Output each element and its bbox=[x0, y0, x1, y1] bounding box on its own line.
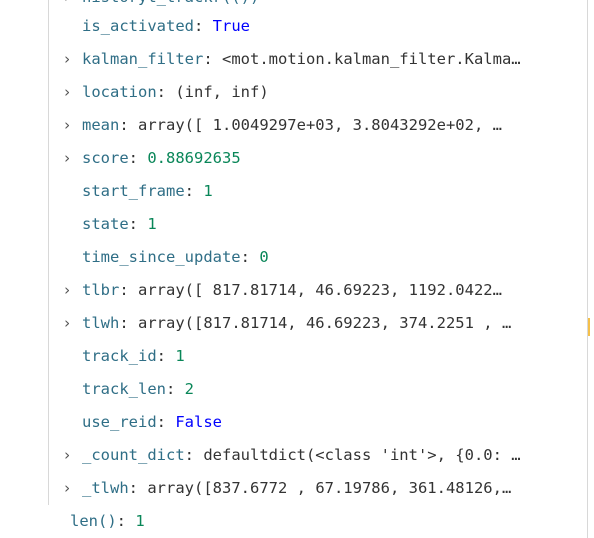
variable-value: True bbox=[212, 17, 250, 35]
variable-value: 2 bbox=[184, 380, 195, 398]
variable-name: _count_dict bbox=[82, 446, 185, 464]
variable-value: 1 bbox=[203, 182, 213, 200]
variable-value: False bbox=[175, 413, 222, 431]
variable-value: 1 bbox=[175, 347, 185, 365]
variable-name: is_activated bbox=[82, 17, 194, 35]
variable-content: use_reid: False bbox=[82, 413, 222, 431]
variable-value: array([837.6772 , 67.19786, 361.48126,… bbox=[147, 479, 512, 497]
variable-value: array([ 1.0049297e+03, 3.8043292e+02, … bbox=[138, 116, 502, 134]
variable-content: _tlwh: array([837.6772 , 67.19786, 361.4… bbox=[82, 479, 512, 497]
variable-content: score: 0.88692635 bbox=[82, 149, 241, 167]
chevron-right-icon[interactable]: › bbox=[60, 472, 74, 505]
variable-row[interactable]: › _count_dict: defaultdict(<class 'int'>,… bbox=[0, 439, 590, 472]
chevron-right-icon[interactable]: › bbox=[60, 109, 74, 142]
panel-right-border bbox=[587, 0, 588, 538]
variable-name: track_id bbox=[82, 347, 157, 365]
variable-row[interactable]: › location: (inf, inf) bbox=[0, 76, 590, 109]
variable-row[interactable]: › _tlwh: array([837.6772 , 67.19786, 361.… bbox=[0, 472, 590, 505]
variable-row: state: 1 bbox=[0, 208, 590, 241]
variable-row[interactable]: › tlwh: array([817.81714, 46.69223, 374.2… bbox=[0, 307, 590, 340]
variable-value: <mot.motion.kalman_filter.Kalma… bbox=[222, 50, 521, 68]
variable-name: track_len bbox=[82, 380, 166, 398]
variable-row[interactable]: › mean: array([ 1.0049297e+03, 3.8043292e… bbox=[0, 109, 590, 142]
variable-value: array([ 817.81714, 46.69223, 1192.0422… bbox=[138, 281, 502, 299]
variable-row: start_frame: 1 bbox=[0, 175, 590, 208]
variable-content: _count_dict: defaultdict(<class 'int'>, … bbox=[82, 446, 521, 464]
len-row: len(): 1 bbox=[70, 512, 145, 530]
variable-name: use_reid bbox=[82, 413, 157, 431]
variable-row: track_len: 2 bbox=[0, 373, 590, 406]
chevron-right-icon[interactable]: › bbox=[60, 274, 74, 307]
variable-content: tlwh: array([817.81714, 46.69223, 374.22… bbox=[82, 314, 512, 332]
variable-name: tlwh bbox=[82, 314, 120, 332]
variable-row: time_since_update: 0 bbox=[0, 241, 590, 274]
variable-name: mean bbox=[82, 116, 120, 134]
variable-value: defaultdict(<class 'int'>, {0.0: … bbox=[203, 446, 521, 464]
variable-name: kalman_filter bbox=[82, 50, 204, 68]
len-label: len() bbox=[70, 512, 117, 530]
variable-value: 0 bbox=[259, 248, 269, 266]
variable-content: is_activated: True bbox=[82, 17, 250, 35]
variable-content: mean: array([ 1.0049297e+03, 3.8043292e+… bbox=[82, 116, 502, 134]
variable-name: _tlwh bbox=[82, 479, 129, 497]
variable-row[interactable]: › kalman_filter: <mot.motion.kalman_filte… bbox=[0, 43, 590, 76]
variable-content: start_frame: 1 bbox=[82, 182, 213, 200]
variable-value: array([817.81714, 46.69223, 374.2251 , … bbox=[138, 314, 512, 332]
variable-value: 1 bbox=[147, 215, 157, 233]
scroll-marker bbox=[588, 318, 590, 336]
variables-panel: › historyt_trackr(()) is_activated: True… bbox=[0, 0, 590, 538]
len-value: 1 bbox=[135, 512, 145, 530]
chevron-right-icon[interactable]: › bbox=[60, 307, 74, 340]
variable-row: is_activated: True bbox=[0, 10, 590, 43]
variable-name: tlbr bbox=[82, 281, 120, 299]
variable-content: time_since_update: 0 bbox=[82, 248, 269, 266]
variable-content: state: 1 bbox=[82, 215, 157, 233]
variable-row: use_reid: False bbox=[0, 406, 590, 439]
variable-row: track_id: 1 bbox=[0, 340, 590, 373]
variable-content: track_len: 2 bbox=[82, 380, 195, 398]
chevron-right-icon[interactable]: › bbox=[60, 439, 74, 472]
variable-name: score bbox=[82, 149, 129, 167]
variable-content: kalman_filter: <mot.motion.kalman_filter… bbox=[82, 50, 521, 68]
chevron-right-icon[interactable]: › bbox=[60, 76, 74, 109]
variable-content: track_id: 1 bbox=[82, 347, 185, 365]
variable-value: (inf, inf) bbox=[175, 83, 269, 101]
chevron-right-icon[interactable]: › bbox=[60, 43, 74, 76]
variable-content: location: (inf, inf) bbox=[82, 83, 269, 101]
variable-value: 0.88692635 bbox=[147, 149, 241, 167]
variable-row[interactable]: › score: 0.88692635 bbox=[0, 142, 590, 175]
variable-name: location bbox=[82, 83, 157, 101]
chevron-right-icon[interactable]: › bbox=[60, 142, 74, 175]
variable-content: tlbr: array([ 817.81714, 46.69223, 1192.… bbox=[82, 281, 502, 299]
variable-name: start_frame bbox=[82, 182, 185, 200]
variable-name: time_since_update bbox=[82, 248, 241, 266]
variable-name: state bbox=[82, 215, 129, 233]
variable-row[interactable]: › tlbr: array([ 817.81714, 46.69223, 1192… bbox=[0, 274, 590, 307]
